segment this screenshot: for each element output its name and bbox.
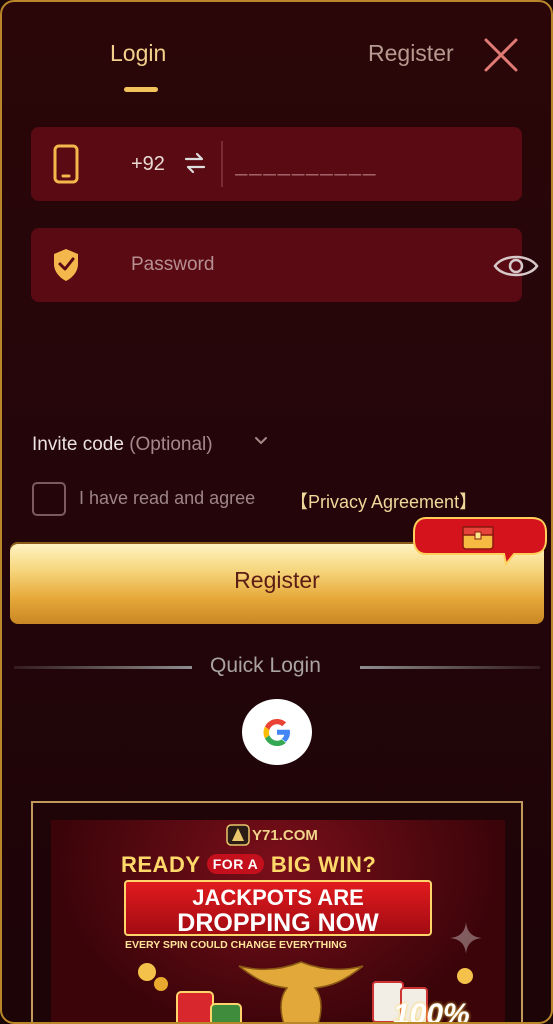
brand-name: Y71.COM: [252, 827, 318, 844]
google-icon: [263, 719, 290, 746]
jackpot-line2: DROPPING NOW: [177, 909, 379, 937]
headline-pill: FOR A: [206, 854, 265, 874]
phone-input[interactable]: [235, 145, 505, 183]
close-icon[interactable]: [482, 36, 520, 74]
promo-banner[interactable]: Y71.COM READY FOR A BIG WIN? JACKPOTS AR…: [51, 820, 505, 1024]
agree-checkbox[interactable]: [32, 482, 66, 516]
login-panel: Login Register +92 Invite code: [0, 0, 553, 1024]
gift-chest-icon[interactable]: [412, 516, 548, 568]
phone-field: +92: [31, 127, 522, 201]
agree-text: I have read and agree: [79, 488, 256, 508]
field-divider: [221, 141, 223, 187]
banner-tagline: EVERY SPIN COULD CHANGE EVERYTHING: [125, 939, 347, 951]
password-field: [31, 228, 539, 302]
brand-row: Y71.COM: [226, 824, 336, 848]
invite-optional: (Optional): [129, 434, 213, 455]
headline-part2: BIG WIN?: [270, 852, 377, 877]
google-login-button[interactable]: [242, 699, 312, 765]
swap-icon[interactable]: [184, 151, 206, 175]
headline-part1: READY: [121, 852, 201, 877]
brand-logo-icon: [226, 824, 250, 846]
jackpot-line1: JACKPOTS ARE: [192, 885, 364, 910]
invite-label: Invite code: [32, 434, 124, 455]
jackpot-box: JACKPOTS ARE DROPPING NOW: [124, 880, 432, 937]
tab-register[interactable]: Register: [368, 40, 454, 67]
country-code[interactable]: +92: [131, 153, 165, 176]
tab-login[interactable]: Login: [110, 40, 166, 67]
quick-login-divider-left: [14, 666, 192, 669]
quick-login-divider-right: [360, 666, 540, 669]
chevron-down-icon[interactable]: [254, 435, 268, 447]
register-button-label: Register: [234, 567, 320, 593]
sparkle-icon: [450, 922, 482, 954]
banner-headline: READY FOR A BIG WIN?: [121, 852, 376, 878]
phone-icon: [53, 144, 79, 184]
quick-login-title: Quick Login: [210, 654, 321, 677]
invite-code-toggle[interactable]: Invite code (Optional): [32, 434, 213, 456]
tab-active-indicator: [124, 87, 158, 92]
banner-percent: 100%: [393, 998, 470, 1024]
privacy-agreement-link[interactable]: 【Privacy Agreement】: [290, 488, 477, 514]
eye-icon[interactable]: [493, 250, 539, 282]
shield-check-icon: [54, 249, 78, 281]
password-input[interactable]: [131, 246, 461, 284]
